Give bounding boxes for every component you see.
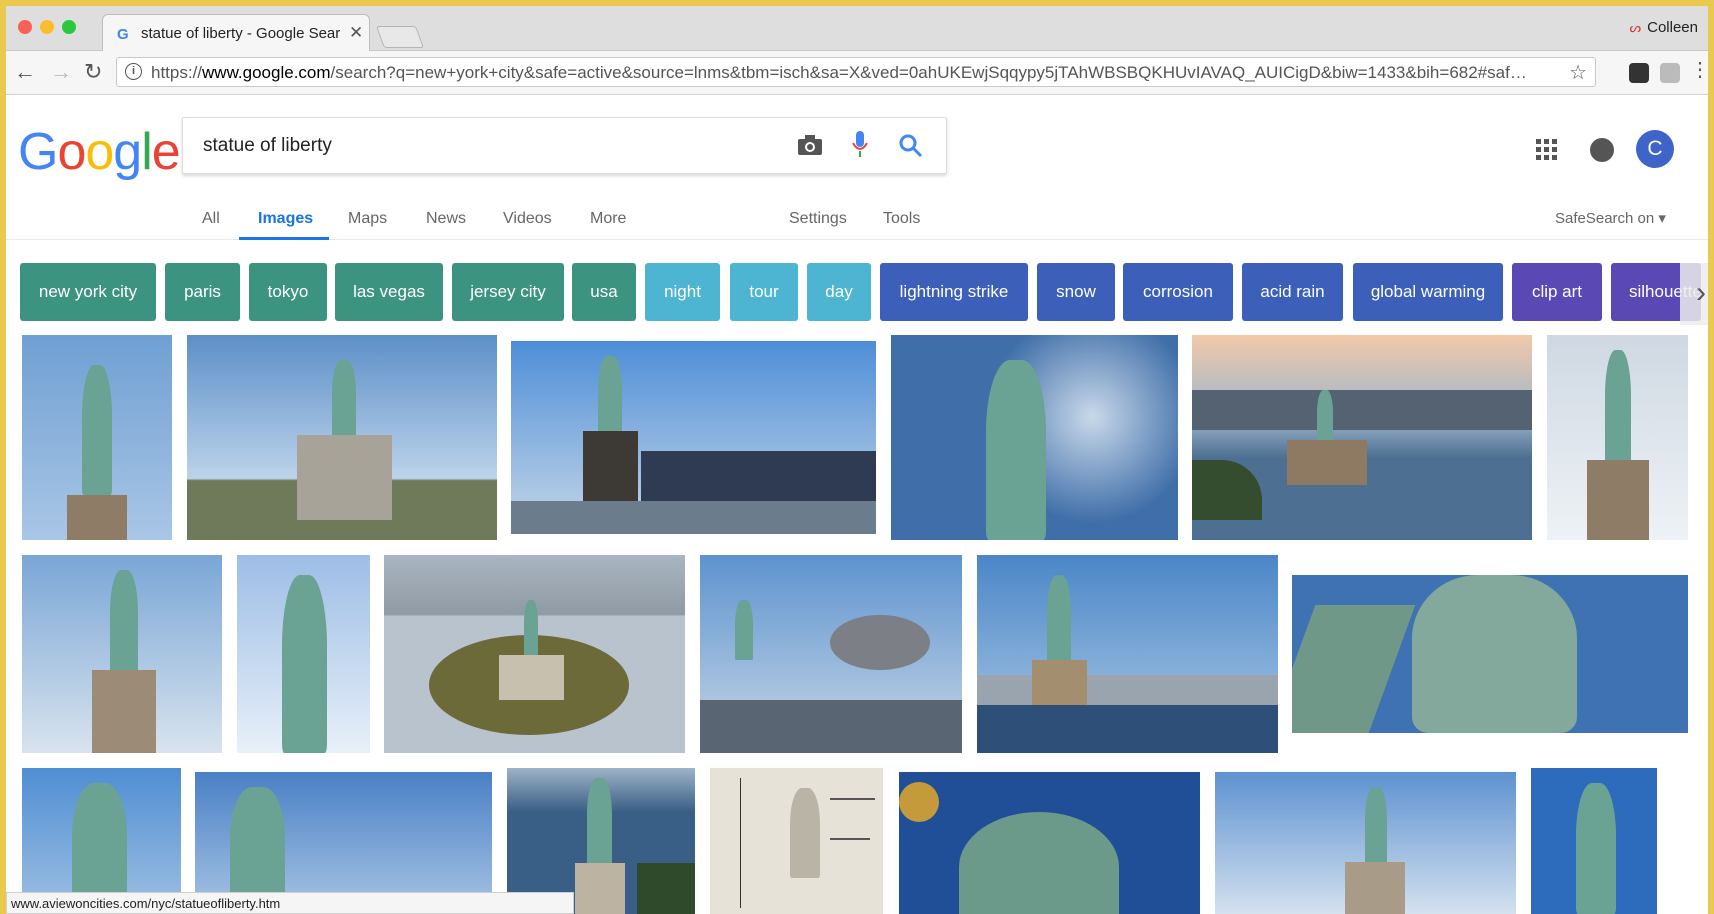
- extension-icon-2[interactable]: [1660, 63, 1680, 83]
- related-searches-chips: new york city paris tokyo las vegas jers…: [20, 263, 1708, 325]
- chip[interactable]: paris: [165, 263, 240, 321]
- chip[interactable]: acid rain: [1242, 263, 1343, 321]
- tab-tools[interactable]: Tools: [883, 210, 920, 228]
- bookmark-star-icon[interactable]: ☆: [1569, 60, 1587, 85]
- image-result[interactable]: [1292, 575, 1688, 733]
- google-logo[interactable]: Google: [18, 122, 181, 182]
- address-bar[interactable]: i https://www.google.com/search?q=new+yo…: [116, 57, 1596, 87]
- logo-letter: o: [57, 123, 86, 181]
- chip[interactable]: lightning strike: [880, 263, 1028, 321]
- back-arrow-icon[interactable]: ←: [14, 59, 36, 85]
- search-box[interactable]: statue of liberty: [182, 117, 947, 174]
- image-result[interactable]: [237, 555, 370, 753]
- google-favicon-icon: G: [117, 26, 129, 43]
- chip[interactable]: jersey city: [452, 263, 564, 321]
- safesearch-dropdown[interactable]: SafeSearch on ▾: [1555, 209, 1666, 227]
- search-nav-tabs: All Images Maps News Videos More Setting…: [6, 196, 1708, 240]
- logo-letter: e: [151, 123, 181, 181]
- url-scheme: https://: [151, 63, 203, 82]
- image-result[interactable]: [187, 335, 497, 540]
- search-icon[interactable]: [899, 134, 923, 158]
- tab-images[interactable]: Images: [258, 210, 313, 228]
- chip[interactable]: clip art: [1512, 263, 1602, 321]
- profile-icon: ᔕ: [1629, 20, 1642, 35]
- chip[interactable]: snow: [1037, 263, 1115, 321]
- url-path: /search?q=new+york+city&safe=active&sour…: [330, 63, 1527, 82]
- chip[interactable]: corrosion: [1123, 263, 1233, 321]
- chip[interactable]: las vegas: [335, 263, 443, 321]
- image-result[interactable]: [710, 768, 883, 914]
- chip[interactable]: new york city: [20, 263, 156, 321]
- logo-letter: g: [113, 123, 142, 181]
- tab-strip: G statue of liberty - Google Sear ✕ ᔕ Col…: [6, 6, 1708, 52]
- image-result[interactable]: [1192, 335, 1532, 540]
- chip[interactable]: global warming: [1353, 263, 1503, 321]
- image-result[interactable]: [22, 555, 222, 753]
- image-result[interactable]: [1531, 768, 1657, 914]
- reload-icon[interactable]: ↻: [84, 59, 102, 85]
- camera-icon[interactable]: [797, 134, 823, 156]
- apps-grid-icon[interactable]: [1536, 139, 1558, 161]
- status-bar-url: www.aviewoncities.com/nyc/statueoflibert…: [6, 892, 574, 914]
- tab-videos[interactable]: Videos: [503, 210, 552, 228]
- forward-arrow-icon[interactable]: →: [50, 59, 72, 85]
- minimize-window-button[interactable]: [40, 20, 54, 34]
- image-result[interactable]: [511, 341, 876, 534]
- chip[interactable]: usa: [572, 263, 636, 321]
- browser-toolbar: ← → ↻ i https://www.google.com/search?q=…: [6, 51, 1708, 95]
- chip[interactable]: day: [807, 263, 871, 321]
- image-result[interactable]: [899, 772, 1200, 914]
- avatar[interactable]: C: [1636, 130, 1674, 168]
- microphone-icon[interactable]: [851, 131, 869, 159]
- active-tab-indicator: [239, 237, 329, 240]
- image-result[interactable]: [22, 335, 172, 540]
- tab-title: statue of liberty - Google Sear: [141, 25, 341, 42]
- site-info-icon[interactable]: i: [125, 63, 142, 80]
- image-result[interactable]: [384, 555, 685, 753]
- tab-maps[interactable]: Maps: [348, 210, 387, 228]
- logo-letter: G: [18, 123, 58, 181]
- chevron-right-icon[interactable]: ›: [1680, 263, 1708, 325]
- profile-name: Colleen: [1647, 19, 1698, 36]
- close-window-button[interactable]: [18, 20, 32, 34]
- maximize-window-button[interactable]: [62, 20, 76, 34]
- notifications-bell-icon[interactable]: [1590, 138, 1614, 162]
- tab-all[interactable]: All: [202, 210, 220, 228]
- tab-more[interactable]: More: [590, 210, 626, 228]
- chip[interactable]: night: [645, 263, 720, 321]
- search-input[interactable]: statue of liberty: [203, 135, 332, 157]
- image-result[interactable]: [1547, 335, 1688, 540]
- image-result[interactable]: [891, 335, 1178, 540]
- url-host: www.google.com: [202, 63, 331, 82]
- chip[interactable]: tour: [730, 263, 798, 321]
- menu-kebab-icon[interactable]: ⋮: [1690, 57, 1708, 82]
- new-tab-button[interactable]: [375, 26, 425, 48]
- profile-button[interactable]: ᔕ Colleen: [1630, 19, 1698, 36]
- image-result[interactable]: [1215, 772, 1516, 914]
- image-result[interactable]: [977, 555, 1278, 753]
- extension-icon[interactable]: [1629, 63, 1649, 83]
- browser-window: G statue of liberty - Google Sear ✕ ᔕ Col…: [6, 6, 1708, 914]
- logo-letter: l: [141, 123, 153, 181]
- logo-letter: o: [85, 123, 114, 181]
- tab-news[interactable]: News: [426, 210, 466, 228]
- browser-tab[interactable]: G statue of liberty - Google Sear ✕: [102, 14, 370, 52]
- url-text[interactable]: https://www.google.com/search?q=new+york…: [151, 63, 1551, 83]
- tab-close-icon[interactable]: ✕: [349, 23, 363, 43]
- image-result[interactable]: [700, 555, 962, 753]
- chip[interactable]: tokyo: [249, 263, 327, 321]
- tab-settings[interactable]: Settings: [789, 210, 847, 228]
